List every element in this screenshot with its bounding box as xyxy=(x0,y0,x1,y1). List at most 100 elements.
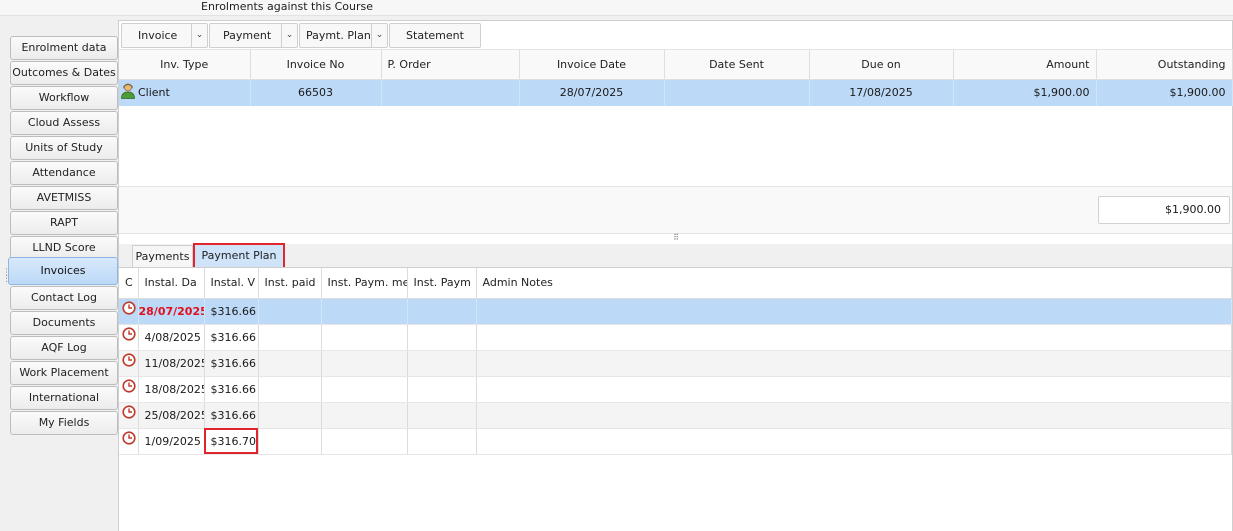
cell-invoice-date[interactable]: 28/07/2025 xyxy=(519,79,665,106)
sidebar-item-my-fields[interactable]: My Fields xyxy=(10,411,118,435)
cell-inst-payment[interactable] xyxy=(407,298,477,325)
cell-instal-value-highlighted[interactable]: $316.70 xyxy=(204,428,259,455)
cell-inst-paid[interactable] xyxy=(258,402,322,429)
cell-inst-paid[interactable] xyxy=(258,428,322,455)
cell-instal-value[interactable]: $316.66 xyxy=(204,402,259,429)
cell-admin-notes[interactable] xyxy=(476,402,1232,429)
cell-p-order[interactable] xyxy=(381,79,520,106)
clock-icon[interactable] xyxy=(119,428,139,455)
table-row[interactable]: 1/09/2025 $316.70 xyxy=(119,428,1232,455)
sidebar-item-avetmiss[interactable]: AVETMISS xyxy=(10,186,118,210)
cell-inst-payment[interactable] xyxy=(407,402,477,429)
invoices-table-empty-area xyxy=(119,106,1232,186)
cell-instal-date[interactable]: 11/08/2025 xyxy=(138,350,205,377)
sidebar-item-attendance[interactable]: Attendance xyxy=(10,161,118,185)
col-header-inv-type[interactable]: Inv. Type xyxy=(119,49,251,80)
col-header-inst-payment-method[interactable]: Inst. Paym. me xyxy=(321,268,408,299)
cell-instal-date[interactable]: 1/09/2025 xyxy=(138,428,205,455)
clock-icon[interactable] xyxy=(119,376,139,403)
clock-icon[interactable] xyxy=(119,298,139,325)
clock-icon[interactable] xyxy=(119,402,139,429)
sidebar-item-workflow[interactable]: Workflow xyxy=(10,86,118,110)
cell-outstanding[interactable]: $1,900.00 xyxy=(1096,79,1233,106)
cell-inst-paid[interactable] xyxy=(258,350,322,377)
col-header-inst-payment[interactable]: Inst. Paym xyxy=(407,268,477,299)
cell-inst-payment[interactable] xyxy=(407,324,477,351)
cell-inst-payment-method[interactable] xyxy=(321,324,408,351)
col-header-c[interactable]: C xyxy=(119,268,139,299)
clock-icon[interactable] xyxy=(119,350,139,377)
sidebar-item-work-placement[interactable]: Work Placement xyxy=(10,361,118,385)
tab-payment-plan[interactable]: Payment Plan xyxy=(193,243,285,269)
cell-inst-payment-method[interactable] xyxy=(321,376,408,403)
cell-instal-value[interactable]: $316.66 xyxy=(204,350,259,377)
table-row[interactable]: 28/07/2025 $316.66 xyxy=(119,298,1232,325)
col-header-invoice-date[interactable]: Invoice Date xyxy=(519,49,665,80)
col-header-instal-date[interactable]: Instal. Da xyxy=(138,268,205,299)
invoice-row[interactable]: Client 66503 28/07/2025 17/08/2025 $1,90… xyxy=(119,79,1233,106)
cell-date-sent[interactable] xyxy=(664,79,810,106)
sidebar-item-rapt[interactable]: RAPT xyxy=(10,211,118,235)
cell-instal-date[interactable]: 25/08/2025 xyxy=(138,402,205,429)
tab-payments[interactable]: Payments xyxy=(132,245,193,268)
payment-plan-dropdown-button[interactable]: Paymt. Plan ⌄ xyxy=(299,23,388,48)
sidebar-item-aqf-log[interactable]: AQF Log xyxy=(10,336,118,360)
invoice-dropdown-button[interactable]: Invoice ⌄ xyxy=(121,23,208,48)
sidebar-item-outcomes-dates[interactable]: Outcomes & Dates xyxy=(10,61,118,85)
cell-instal-value[interactable]: $316.66 xyxy=(204,324,259,351)
sidebar-item-invoices[interactable]: Invoices xyxy=(8,257,118,285)
cell-inst-payment-method[interactable] xyxy=(321,428,408,455)
payment-plan-button-label: Paymt. Plan xyxy=(306,29,371,42)
cell-inst-payment-method[interactable] xyxy=(321,298,408,325)
cell-inst-payment-method[interactable] xyxy=(321,402,408,429)
table-row[interactable]: 25/08/2025 $316.66 xyxy=(119,402,1232,429)
cell-admin-notes[interactable] xyxy=(476,350,1232,377)
sidebar-item-cloud-assess[interactable]: Cloud Assess xyxy=(10,111,118,135)
table-row[interactable]: 4/08/2025 $316.66 xyxy=(119,324,1232,351)
clock-icon[interactable] xyxy=(119,324,139,351)
col-header-due-on[interactable]: Due on xyxy=(809,49,954,80)
col-header-p-order[interactable]: P. Order xyxy=(381,49,520,80)
col-header-outstanding[interactable]: Outstanding xyxy=(1096,49,1233,80)
col-header-invoice-no[interactable]: Invoice No xyxy=(250,49,382,80)
chevron-down-icon[interactable]: ⌄ xyxy=(191,24,207,47)
cell-inst-paid[interactable] xyxy=(258,298,322,325)
payment-dropdown-button[interactable]: Payment ⌄ xyxy=(209,23,298,48)
col-header-admin-notes[interactable]: Admin Notes xyxy=(476,268,1232,299)
col-header-inst-paid[interactable]: Inst. paid xyxy=(258,268,322,299)
table-row[interactable]: 18/08/2025 $316.66 xyxy=(119,376,1232,403)
cell-instal-date[interactable]: 18/08/2025 xyxy=(138,376,205,403)
col-header-date-sent[interactable]: Date Sent xyxy=(664,49,810,80)
col-header-amount[interactable]: Amount xyxy=(953,49,1097,80)
cell-admin-notes[interactable] xyxy=(476,376,1232,403)
cell-invoice-no[interactable]: 66503 xyxy=(250,79,382,106)
sidebar-item-enrolment-data[interactable]: Enrolment data xyxy=(10,36,118,60)
sidebar-item-documents[interactable]: Documents xyxy=(10,311,118,335)
table-row[interactable]: 11/08/2025 $316.66 xyxy=(119,350,1232,377)
cell-inst-payment-method[interactable] xyxy=(321,350,408,377)
cell-admin-notes[interactable] xyxy=(476,324,1232,351)
sidebar-item-international[interactable]: International xyxy=(10,386,118,410)
cell-due-on[interactable]: 17/08/2025 xyxy=(809,79,954,106)
splitter-handle-icon[interactable]: ⠿ xyxy=(119,234,1232,244)
cell-instal-value[interactable]: $316.66 xyxy=(204,298,259,325)
cell-inst-paid[interactable] xyxy=(258,376,322,403)
cell-admin-notes[interactable] xyxy=(476,428,1232,455)
cell-instal-date[interactable]: 28/07/2025 xyxy=(138,298,205,325)
cell-inst-paid[interactable] xyxy=(258,324,322,351)
cell-instal-date[interactable]: 4/08/2025 xyxy=(138,324,205,351)
statement-button[interactable]: Statement xyxy=(389,23,481,48)
cell-instal-value[interactable]: $316.66 xyxy=(204,376,259,403)
total-outstanding-field[interactable]: $1,900.00 xyxy=(1098,196,1230,224)
chevron-down-icon[interactable]: ⌄ xyxy=(371,24,387,47)
chevron-down-icon[interactable]: ⌄ xyxy=(281,24,297,47)
cell-inst-payment[interactable] xyxy=(407,350,477,377)
cell-admin-notes[interactable] xyxy=(476,298,1232,325)
cell-inst-payment[interactable] xyxy=(407,376,477,403)
sidebar-item-contact-log[interactable]: Contact Log xyxy=(10,286,118,310)
col-header-instal-value[interactable]: Instal. V xyxy=(204,268,259,299)
cell-amount[interactable]: $1,900.00 xyxy=(953,79,1097,106)
cell-inst-payment[interactable] xyxy=(407,428,477,455)
cell-inv-type[interactable]: Client xyxy=(119,79,251,106)
sidebar-item-units-of-study[interactable]: Units of Study xyxy=(10,136,118,160)
